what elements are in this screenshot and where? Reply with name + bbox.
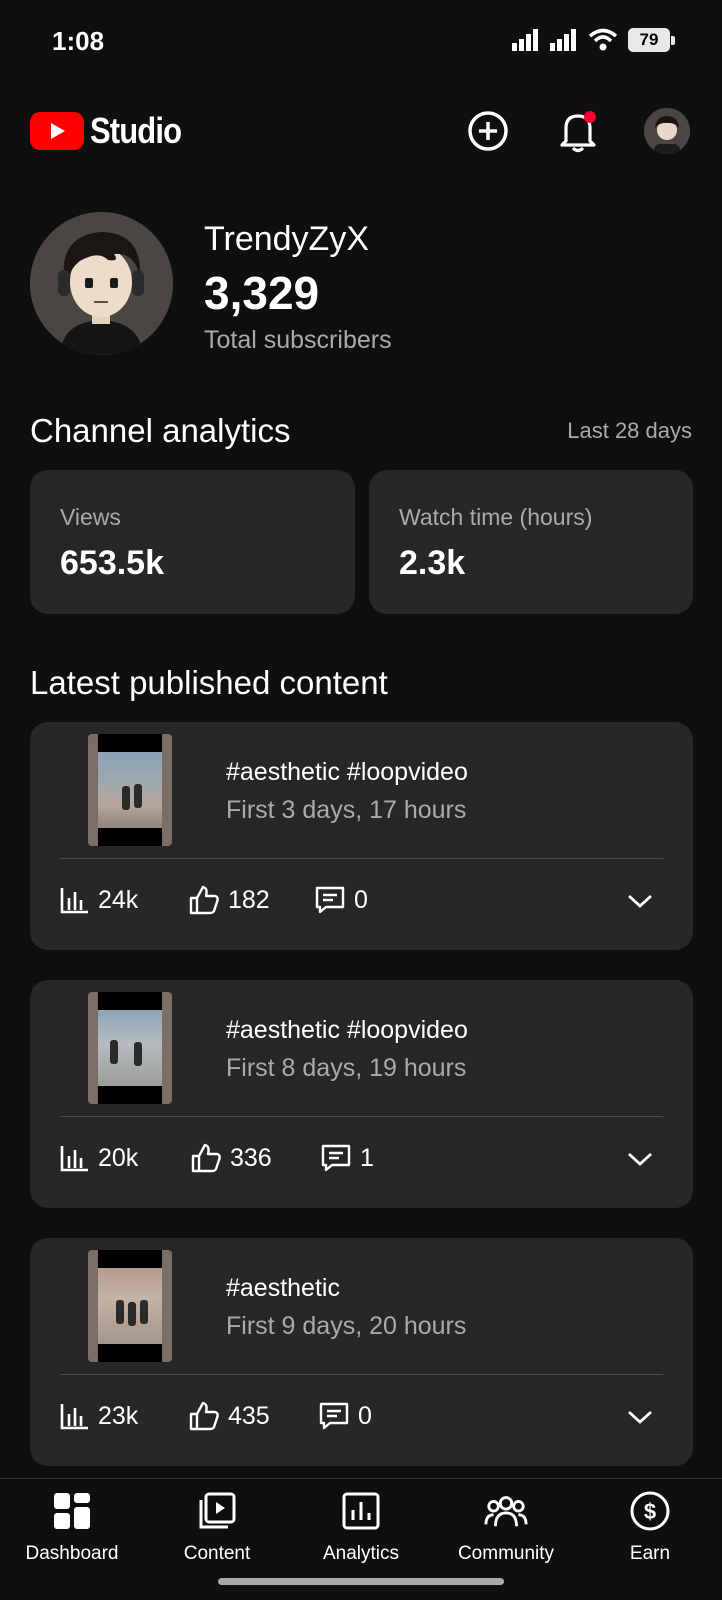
create-button[interactable] — [463, 106, 513, 156]
comments-metric: 0 — [314, 880, 368, 920]
thumbs-up-icon — [191, 1143, 221, 1173]
likes-value: 182 — [228, 885, 270, 914]
channel-name: TrendyZyX — [204, 220, 370, 258]
analytics-icon — [342, 1492, 380, 1530]
thumbs-up-icon — [189, 885, 219, 915]
analytics-range: Last 28 days — [567, 418, 692, 443]
subscriber-count: 3,329 — [204, 267, 320, 319]
content-icon — [199, 1492, 236, 1529]
likes-metric: 435 — [188, 1396, 270, 1436]
stat-value: 653.5k — [60, 544, 164, 582]
analytics-title: Channel analytics — [30, 412, 291, 449]
views-metric: 20k — [60, 1138, 138, 1178]
comments-value: 0 — [358, 1401, 372, 1430]
app-header: Studio — [0, 96, 722, 168]
content-card[interactable]: #aesthetic #loopvideo First 3 days, 17 h… — [30, 722, 693, 950]
signal-icon — [512, 29, 538, 51]
stat-value: 2.3k — [399, 544, 466, 582]
comments-value: 1 — [360, 1143, 374, 1172]
nav-label: Earn — [629, 1543, 671, 1564]
channel-summary: TrendyZyX 3,329 Total subscribers — [30, 212, 690, 362]
video-title: #aesthetic #loopvideo — [226, 1016, 468, 1044]
comment-icon — [319, 1402, 349, 1430]
battery-level: 79 — [639, 30, 659, 49]
comments-value: 0 — [354, 885, 368, 914]
video-period: First 9 days, 20 hours — [226, 1312, 467, 1340]
nav-community[interactable]: Community — [434, 1489, 578, 1565]
content-card[interactable]: #aesthetic First 9 days, 20 hours 23k 43… — [30, 1238, 693, 1466]
video-thumbnail[interactable] — [88, 992, 172, 1104]
divider — [60, 1116, 663, 1117]
views-metric: 24k — [60, 880, 138, 920]
bar-chart-icon — [60, 1146, 88, 1172]
signal-icon-2 — [550, 29, 576, 51]
latest-content-title: Latest published content — [30, 664, 388, 701]
nav-analytics[interactable]: Analytics — [289, 1489, 433, 1565]
svg-text:$: $ — [644, 1499, 656, 1524]
nav-label: Analytics — [322, 1543, 400, 1564]
home-indicator[interactable] — [218, 1578, 504, 1585]
status-time: 1:08 — [52, 26, 105, 56]
views-card[interactable]: Views 653.5k — [30, 470, 355, 614]
battery-indicator: 79 — [628, 28, 675, 52]
video-thumbnail[interactable] — [88, 734, 172, 846]
views-value: 24k — [98, 885, 139, 914]
comments-metric: 0 — [318, 1396, 372, 1436]
video-title: #aesthetic — [226, 1274, 340, 1302]
views-value: 20k — [98, 1143, 139, 1172]
dashboard-icon — [54, 1493, 90, 1529]
video-thumbnail[interactable] — [88, 1250, 172, 1362]
likes-metric: 336 — [190, 1138, 272, 1178]
video-period: First 3 days, 17 hours — [226, 796, 467, 824]
content-card[interactable]: #aesthetic #loopvideo First 8 days, 19 h… — [30, 980, 693, 1208]
earn-icon: $ — [630, 1491, 670, 1531]
nav-earn[interactable]: $ Earn — [578, 1489, 722, 1565]
nav-content[interactable]: Content — [145, 1489, 289, 1565]
account-button[interactable] — [642, 106, 692, 156]
views-value: 23k — [98, 1401, 139, 1430]
views-metric: 23k — [60, 1396, 138, 1436]
comments-metric: 1 — [320, 1138, 374, 1178]
youtube-studio-logo[interactable]: Studio — [30, 110, 196, 152]
stat-label: Watch time (hours) — [399, 504, 593, 530]
chevron-down-icon[interactable] — [625, 886, 655, 916]
nav-label: Community — [457, 1543, 555, 1564]
add-circle-icon — [468, 111, 508, 151]
stat-label: Views — [60, 504, 121, 530]
watch-time-card[interactable]: Watch time (hours) 2.3k — [369, 470, 693, 614]
bar-chart-icon — [60, 1404, 88, 1430]
subscriber-label: Total subscribers — [204, 326, 392, 354]
nav-dashboard[interactable]: Dashboard — [0, 1489, 144, 1565]
status-icons: 79 — [512, 28, 675, 52]
community-icon — [484, 1496, 528, 1527]
status-bar: 1:08 79 — [0, 0, 722, 86]
nav-label: Content — [183, 1543, 251, 1564]
video-period: First 8 days, 19 hours — [226, 1054, 467, 1082]
nav-label: Dashboard — [25, 1543, 119, 1564]
youtube-logo-icon — [30, 112, 84, 150]
likes-value: 435 — [228, 1401, 270, 1430]
app-name: Studio — [90, 110, 182, 151]
video-title: #aesthetic #loopvideo — [226, 758, 468, 786]
notifications-button[interactable] — [553, 106, 603, 156]
wifi-icon — [588, 28, 618, 51]
channel-avatar[interactable] — [30, 212, 173, 355]
likes-value: 336 — [230, 1143, 272, 1172]
bar-chart-icon — [60, 888, 88, 914]
comment-icon — [321, 1144, 351, 1172]
chevron-down-icon[interactable] — [625, 1402, 655, 1432]
divider — [60, 858, 663, 859]
divider — [60, 1374, 663, 1375]
avatar — [644, 108, 690, 154]
chevron-down-icon[interactable] — [625, 1144, 655, 1174]
bell-icon — [560, 111, 596, 153]
comment-icon — [315, 886, 345, 914]
thumbs-up-icon — [189, 1401, 219, 1431]
likes-metric: 182 — [188, 880, 270, 920]
